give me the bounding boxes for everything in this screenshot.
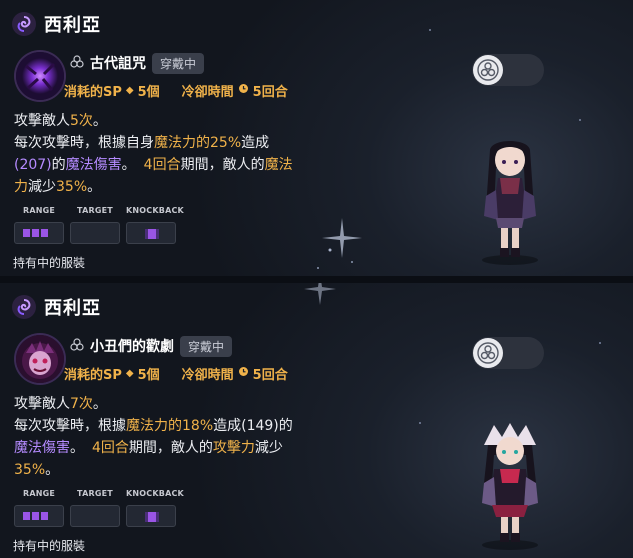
target-bar: [70, 222, 120, 244]
desc-text: 減少: [28, 179, 56, 195]
range-stat: RANGE: [14, 489, 64, 527]
desc-damage-type: 魔法傷害: [65, 157, 122, 173]
desc-highlight: 7次: [70, 396, 93, 412]
desc-damage-type: 魔法傷害: [14, 440, 70, 456]
range-bar: [14, 505, 64, 527]
desc-text: 。: [45, 462, 60, 478]
desc-highlight: 4回合: [143, 157, 181, 173]
range-bar: [14, 222, 64, 244]
sp-value: 5個: [137, 367, 160, 383]
clock-icon: [238, 83, 249, 98]
knockback-label: KNOCKBACK: [126, 489, 184, 498]
clover-icon: [70, 337, 84, 356]
skill-name: 古代詛咒: [90, 56, 146, 72]
knockback-bar: [126, 505, 176, 527]
desc-highlight: 魔法力的25%: [154, 135, 242, 151]
owned-costume-label: 持有中的服裝: [13, 539, 86, 553]
skill-card-2: 西利亞 小丑們的歡劇 穿戴中 消耗的SP ◆ 5個 冷卻時間 5回合 攻擊敵人7…: [0, 283, 633, 558]
diamond-icon: ◆: [125, 367, 134, 379]
skill-description: 攻擊敵人7次。 每次攻擊時，根據魔法力的18%造成(149)的 魔法傷害。 4回合…: [14, 393, 364, 481]
desc-highlight: 4回合: [92, 440, 129, 456]
spiral-magic-icon: [12, 12, 36, 36]
owned-costume-label: 持有中的服裝: [13, 256, 86, 270]
sp-label: 消耗的SP: [64, 367, 122, 383]
costume-toggle[interactable]: [472, 54, 544, 86]
skill-title-row: 古代詛咒 穿戴中: [70, 52, 205, 74]
sp-value: 5個: [137, 84, 160, 100]
desc-text: 減少: [254, 440, 283, 456]
knockback-stat: KNOCKBACK: [126, 489, 184, 527]
cooldown-value: 5回合: [252, 84, 288, 100]
equipped-badge: 穿戴中: [180, 335, 233, 357]
jester-mask-skill-icon: [16, 335, 64, 383]
desc-highlight: 35%: [14, 462, 46, 478]
desc-text: 期間，敵人的: [180, 157, 265, 173]
desc-highlight: 攻擊力: [212, 440, 255, 456]
skill-cost-row: 消耗的SP ◆ 5個 冷卻時間 5回合: [64, 80, 288, 100]
range-label: RANGE: [22, 489, 56, 498]
three-circles-icon: [473, 338, 503, 368]
cooldown-value: 5回合: [252, 367, 288, 383]
diamond-icon: ◆: [125, 84, 134, 96]
desc-text: 攻擊敵人: [14, 113, 70, 129]
card-separator: [0, 276, 633, 283]
range-label: RANGE: [22, 206, 56, 215]
skill-cost-row: 消耗的SP ◆ 5個 冷卻時間 5回合: [64, 363, 288, 383]
desc-text: 。: [92, 113, 107, 129]
desc-highlight: 35%: [56, 179, 88, 195]
character-sprite: [482, 141, 538, 265]
desc-value: (207): [14, 157, 52, 173]
character-header: 西利亞: [12, 293, 101, 321]
sp-label: 消耗的SP: [64, 84, 122, 100]
desc-text: 期間，敵人的: [128, 440, 213, 456]
knockback-bar: [126, 222, 176, 244]
range-stat: RANGE: [14, 206, 64, 244]
target-bar: [70, 505, 120, 527]
desc-text: 每次攻擊時，根據自身: [14, 135, 154, 151]
desc-text: 造成: [241, 135, 270, 151]
character-header: 西利亞: [12, 10, 101, 38]
dark-orb-skill-icon: [16, 52, 64, 100]
desc-highlight: 力: [14, 179, 28, 195]
target-stat: TARGET: [70, 489, 120, 527]
target-label: TARGET: [77, 489, 113, 498]
desc-text: 。: [92, 396, 107, 412]
skill-description: 攻擊敵人5次。 每次攻擊時，根據自身魔法力的25%造成 (207)的魔法傷害。 4…: [14, 110, 364, 198]
cooldown-label: 冷卻時間: [181, 367, 234, 383]
knockback-label: KNOCKBACK: [126, 206, 184, 215]
target-label: TARGET: [77, 206, 113, 215]
desc-highlight: 5次: [70, 113, 93, 129]
desc-text: 每次攻擊時，根據: [14, 418, 126, 434]
desc-text: 。: [121, 157, 136, 173]
target-stat: TARGET: [70, 206, 120, 244]
skill-stats: RANGE TARGET KNOCKBACK: [14, 206, 184, 244]
three-circles-icon: [473, 55, 503, 85]
desc-text: 。: [70, 440, 84, 456]
character-name: 西利亞: [44, 298, 101, 319]
equipped-badge: 穿戴中: [152, 52, 205, 74]
spiral-magic-icon: [12, 295, 36, 319]
clover-icon: [70, 54, 84, 73]
character-sprite: [482, 423, 538, 550]
desc-text: 攻擊敵人: [14, 396, 70, 412]
skill-card-1: 西利亞 古代詛咒 穿戴中 消耗的SP ◆ 5個 冷卻時間 5回合 攻擊敵人5次。…: [0, 0, 633, 276]
costume-toggle[interactable]: [472, 337, 544, 369]
skill-title-row: 小丑們的歡劇 穿戴中: [70, 335, 233, 357]
skill-name: 小丑們的歡劇: [90, 339, 174, 355]
desc-text: 造成(149)的: [213, 418, 293, 434]
cooldown-label: 冷卻時間: [181, 84, 234, 100]
desc-highlight: 魔法: [264, 157, 293, 173]
skill-stats: RANGE TARGET KNOCKBACK: [14, 489, 184, 527]
character-name: 西利亞: [44, 15, 101, 36]
desc-text: 的: [51, 157, 66, 173]
clock-icon: [238, 366, 249, 381]
desc-highlight: 魔法力的18%: [126, 418, 214, 434]
desc-text: 。: [87, 179, 102, 195]
knockback-stat: KNOCKBACK: [126, 206, 184, 244]
